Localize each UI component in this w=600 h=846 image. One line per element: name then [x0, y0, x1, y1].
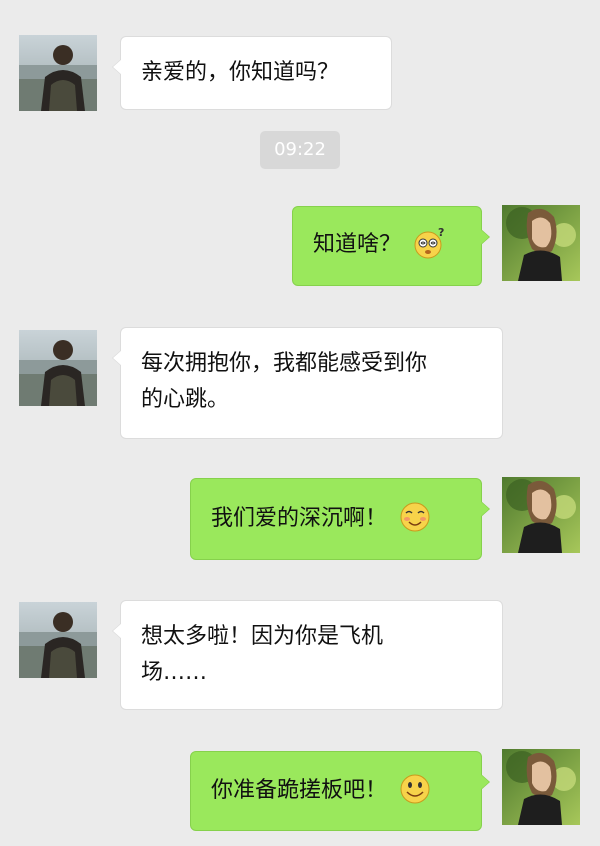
- my-avatar[interactable]: [502, 205, 580, 281]
- message-text: 亲爱的，你知道吗？: [141, 60, 340, 85]
- message-timestamp: 09:22: [260, 131, 340, 169]
- outgoing-message-bubble[interactable]: 我们爱的深沉啊！: [190, 478, 490, 560]
- incoming-message-bubble[interactable]: 想太多啦！因为你是飞机 场……: [112, 600, 503, 710]
- contact-avatar[interactable]: [19, 330, 97, 406]
- my-avatar[interactable]: [502, 477, 580, 553]
- contact-avatar[interactable]: [19, 602, 97, 678]
- my-avatar[interactable]: [502, 749, 580, 825]
- outgoing-message-bubble[interactable]: 知道啥？ ?: [292, 206, 490, 286]
- contact-avatar[interactable]: [19, 35, 97, 111]
- incoming-message-bubble[interactable]: 亲爱的，你知道吗？: [112, 36, 392, 110]
- smile-face-icon: [398, 772, 432, 806]
- message-text-line: 想太多啦！因为你是飞机: [141, 624, 384, 649]
- message-text: 你准备跪搓板吧！: [211, 778, 388, 803]
- svg-text:?: ?: [438, 226, 444, 239]
- message-text: 我们爱的深沉啊！: [211, 506, 388, 531]
- message-text-line: 场……: [141, 660, 208, 685]
- shy-smile-face-icon: [398, 500, 432, 534]
- message-text-line: 每次拥抱你，我都能感受到你: [141, 351, 428, 376]
- message-text-line: 的心跳。: [141, 387, 230, 412]
- dizzy-question-face-icon: ?: [412, 226, 446, 260]
- outgoing-message-bubble[interactable]: 你准备跪搓板吧！: [190, 751, 490, 831]
- message-text: 知道啥？: [313, 232, 402, 257]
- incoming-message-bubble[interactable]: 每次拥抱你，我都能感受到你 的心跳。: [112, 327, 503, 439]
